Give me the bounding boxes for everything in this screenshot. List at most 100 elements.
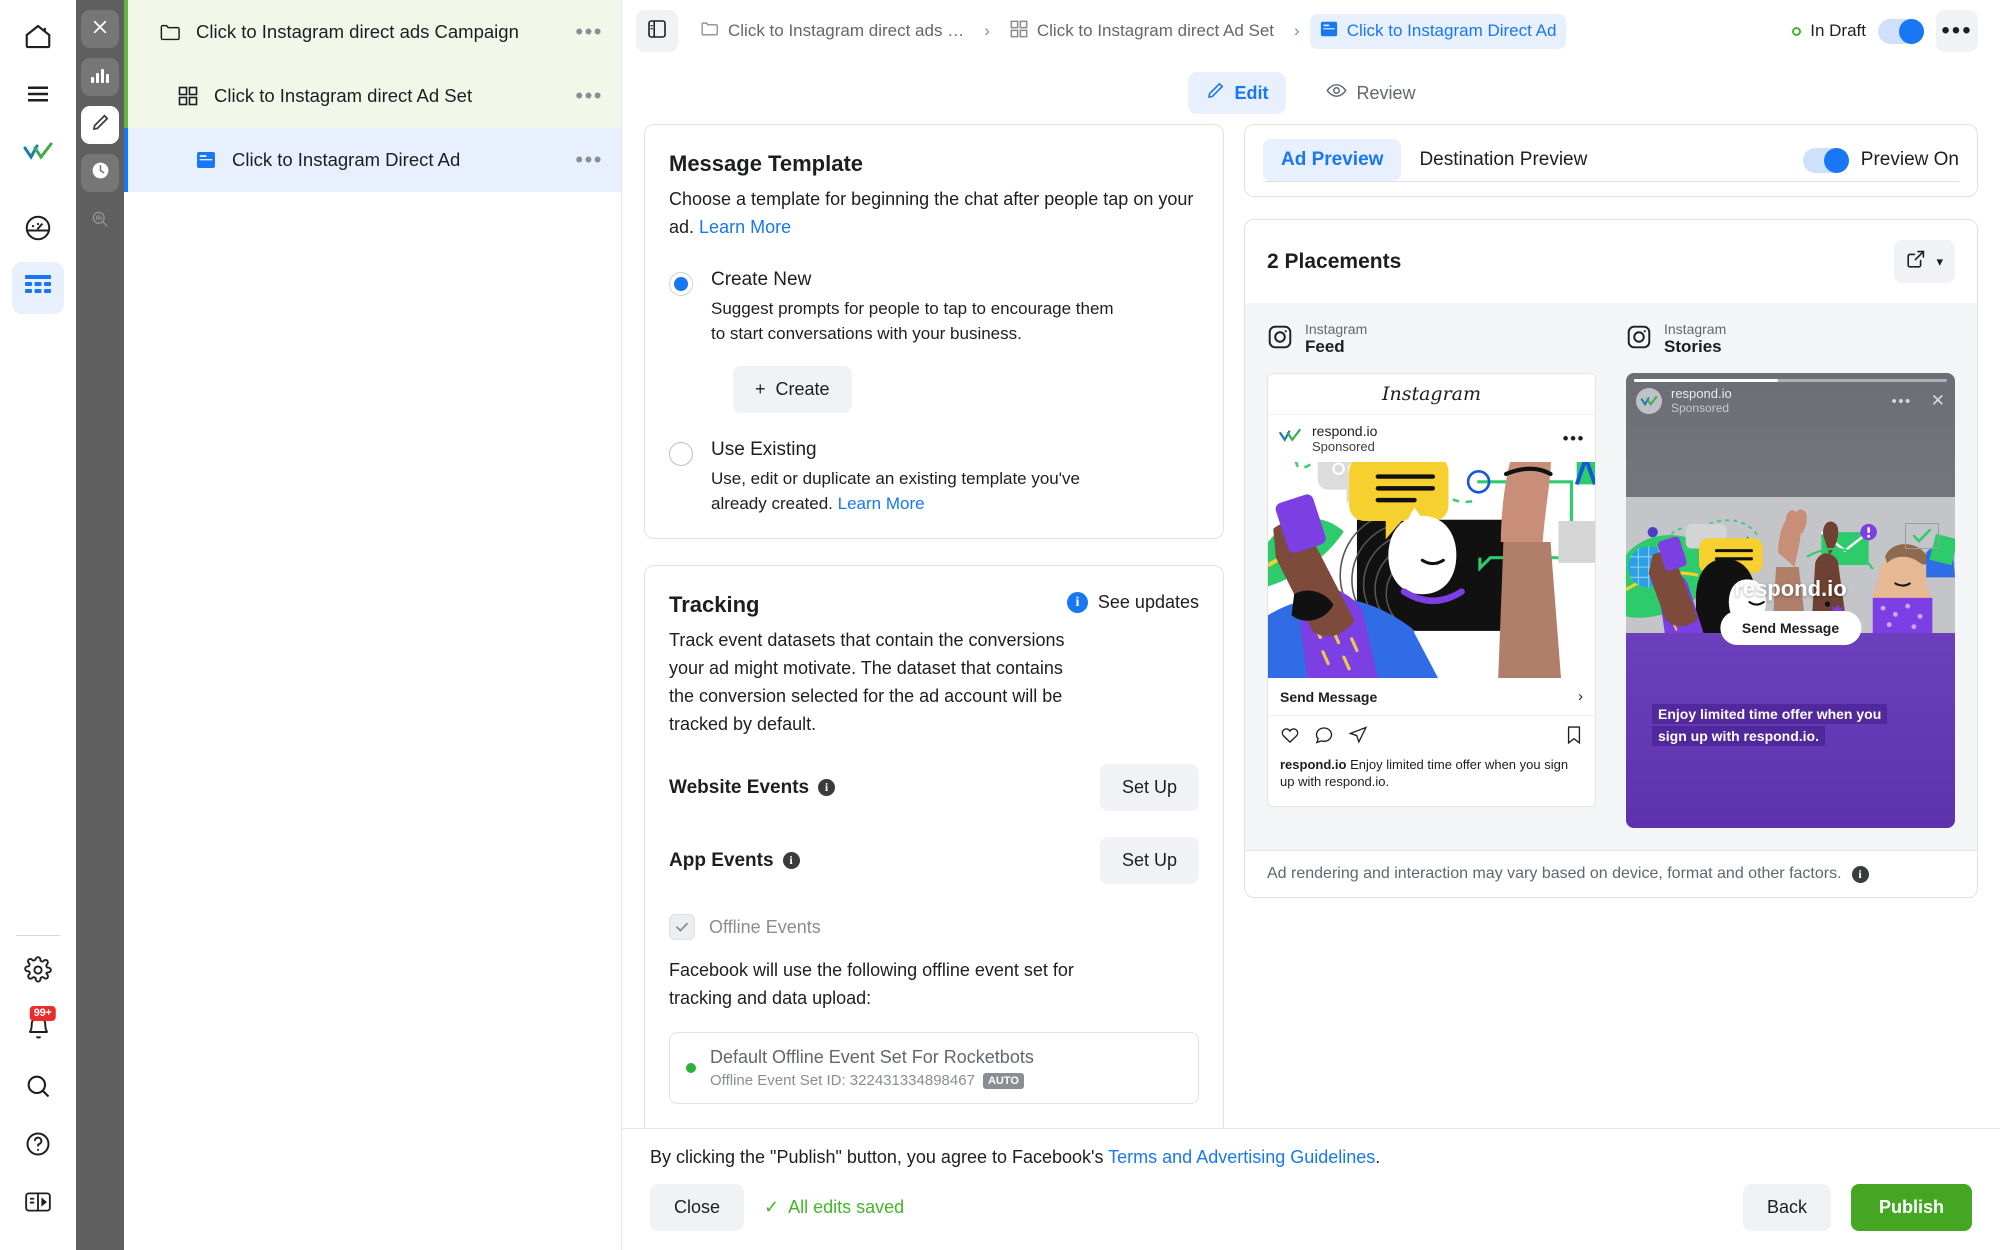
breadcrumb-item-ad[interactable]: Click to Instagram Direct Ad — [1309, 13, 1567, 49]
pencil-icon — [1206, 81, 1225, 105]
offline-event-set-item[interactable]: Default Offline Event Set For Rocketbots… — [669, 1032, 1199, 1104]
sidebar-item-respond[interactable] — [12, 128, 64, 180]
info-icon[interactable]: i — [1851, 865, 1869, 883]
tracking-title: Tracking — [669, 592, 760, 617]
offline-desc: Facebook will use the following offline … — [669, 960, 1074, 1008]
tree-row[interactable]: Click to Instagram direct Ad Set ••• — [124, 64, 621, 128]
tracking-header: Tracking i See updates — [669, 592, 1199, 626]
create-template-button[interactable]: + Create — [733, 366, 852, 413]
radio-create-new[interactable] — [669, 272, 693, 296]
top-more-button[interactable]: ••• — [1936, 10, 1978, 52]
terms-link[interactable]: Terms and Advertising Guidelines — [1108, 1147, 1375, 1167]
tree-row-menu[interactable]: ••• — [575, 21, 603, 43]
website-events-label-group: Website Events i — [669, 777, 836, 799]
close-button[interactable] — [81, 10, 119, 48]
bookmark-icon[interactable] — [1565, 725, 1583, 750]
tab-edit[interactable]: Edit — [1188, 72, 1287, 114]
clock-icon — [90, 160, 111, 186]
breadcrumb-item-adset[interactable]: Click to Instagram direct Ad Set — [1000, 14, 1284, 49]
toggle-knob — [1899, 18, 1924, 44]
option-create-new[interactable]: Create New Suggest prompts for people to… — [669, 269, 1199, 413]
placement-name: Feed — [1305, 337, 1345, 356]
offline-events-row[interactable]: Offline Events — [669, 914, 1199, 940]
feed-sponsored-label: Sponsored — [1312, 439, 1375, 454]
sidebar-item-settings[interactable] — [12, 946, 64, 998]
sidebar-item-dashboard[interactable] — [12, 204, 64, 256]
home-icon — [23, 21, 53, 56]
comment-icon[interactable] — [1314, 725, 1334, 750]
tab-review[interactable]: Review — [1308, 72, 1433, 114]
content-body: Message Template Choose a template for b… — [622, 124, 2000, 1250]
gear-icon — [24, 955, 52, 989]
disclaimer-text: Ad rendering and interaction may vary ba… — [1267, 865, 1842, 882]
placement-platform: Instagram — [1305, 321, 1368, 337]
feed-post-menu[interactable]: ••• — [1563, 430, 1585, 447]
back-button[interactable]: Back — [1742, 1184, 1831, 1231]
pencil-icon — [91, 113, 110, 137]
feed-action-icons — [1268, 716, 1595, 754]
app-events-setup-button[interactable]: Set Up — [1099, 837, 1199, 884]
reports-button[interactable] — [81, 58, 119, 96]
insights-icon — [90, 209, 110, 234]
tab-ad-preview[interactable]: Ad Preview — [1263, 139, 1402, 181]
status-toggle[interactable] — [1878, 18, 1924, 44]
tree-row[interactable]: Click to Instagram Direct Ad ••• — [124, 128, 621, 192]
preview-column: Ad Preview Destination Preview Preview O… — [1244, 124, 1978, 1250]
sidebar-item-collapse[interactable] — [12, 1178, 64, 1230]
app-events-label: App Events — [669, 849, 774, 871]
feed-username: respond.io — [1312, 423, 1378, 439]
tree-row-label: Click to Instagram Direct Ad — [232, 149, 461, 170]
tree-row-menu[interactable]: ••• — [575, 85, 603, 107]
sidebar-item-broadcasts[interactable] — [12, 262, 64, 314]
share-icon[interactable] — [1348, 725, 1368, 750]
info-icon[interactable]: i — [782, 852, 800, 869]
settings-column: Message Template Choose a template for b… — [644, 124, 1244, 1250]
info-icon[interactable]: i — [818, 779, 836, 796]
story-user-block: respond.io Sponsored — [1671, 386, 1732, 416]
app-events-label-group: App Events i — [669, 850, 800, 872]
tab-label: Review — [1356, 82, 1416, 103]
option-use-existing[interactable]: Use Existing Use, edit or duplicate an e… — [669, 439, 1199, 516]
story-menu[interactable]: ••• — [1891, 393, 1911, 410]
tree-row[interactable]: Click to Instagram direct ads Campaign •… — [124, 0, 621, 64]
story-username: respond.io — [1671, 386, 1732, 401]
offline-event-set-text: Default Offline Event Set For Rocketbots… — [710, 1047, 1034, 1089]
history-button[interactable] — [81, 154, 119, 192]
tree-row-menu[interactable]: ••• — [575, 149, 603, 171]
edit-review-tabs: Edit Review — [622, 62, 2000, 124]
close-button[interactable]: Close — [650, 1184, 745, 1231]
preview-toggle[interactable] — [1802, 147, 1849, 173]
sidebar-item-messages[interactable] — [12, 70, 64, 122]
info-icon: i — [1066, 592, 1088, 613]
edit-button[interactable] — [81, 106, 119, 144]
tree-row-label: Click to Instagram direct ads Campaign — [196, 21, 519, 42]
more-icon: ••• — [1941, 17, 1973, 44]
placements-actions[interactable]: ▾ — [1894, 240, 1955, 283]
offline-events-checkbox[interactable] — [669, 914, 695, 940]
tab-destination-preview[interactable]: Destination Preview — [1401, 139, 1605, 181]
status-dot-icon — [1792, 26, 1802, 36]
folder-icon — [158, 20, 182, 44]
heart-icon[interactable] — [1280, 725, 1300, 750]
radio-use-existing[interactable] — [669, 442, 693, 466]
insights-button[interactable] — [81, 202, 119, 240]
story-header: respond.io Sponsored ••• ✕ — [1636, 387, 1945, 415]
message-template-card: Message Template Choose a template for b… — [644, 124, 1224, 539]
publish-button[interactable]: Publish — [1850, 1184, 1972, 1231]
sidebar-item-search[interactable] — [12, 1062, 64, 1114]
broadcast-icon — [23, 273, 53, 304]
sidebar-item-help[interactable] — [12, 1120, 64, 1172]
panel-toggle-button[interactable] — [636, 10, 678, 52]
instagram-icon — [1626, 324, 1652, 355]
learn-more-link[interactable]: Learn More — [838, 494, 925, 513]
story-cta-button[interactable]: Send Message — [1719, 611, 1862, 645]
feed-cta-row[interactable]: Send Message › — [1268, 678, 1595, 716]
learn-more-link[interactable]: Learn More — [699, 217, 791, 237]
website-events-setup-button[interactable]: Set Up — [1099, 764, 1199, 811]
close-icon[interactable]: ✕ — [1931, 391, 1945, 411]
breadcrumb-item-campaign[interactable]: Click to Instagram direct ads … — [690, 14, 974, 48]
sidebar-item-home[interactable] — [12, 12, 64, 64]
see-updates-button[interactable]: i See updates — [1066, 592, 1199, 613]
ad-icon — [194, 148, 218, 172]
sidebar-item-notifications[interactable]: 99+ — [12, 1004, 64, 1056]
